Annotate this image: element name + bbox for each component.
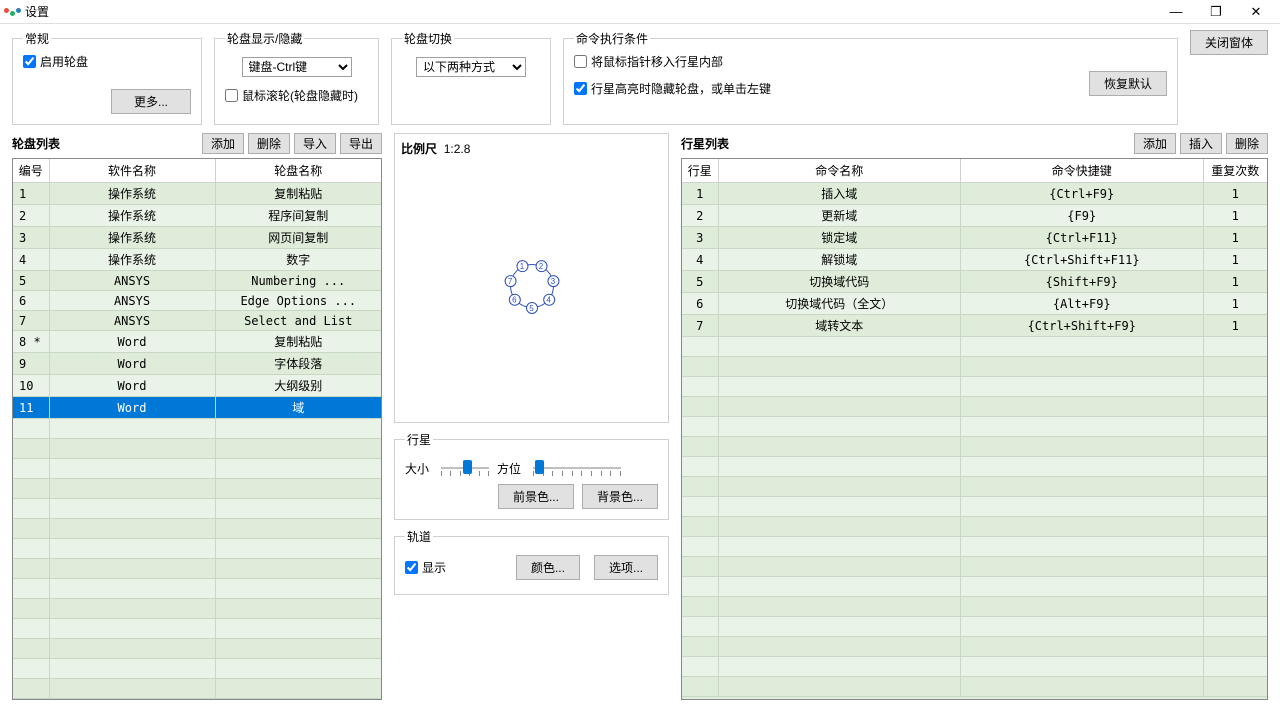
table-row[interactable]: 11Word域 xyxy=(13,397,381,419)
planet-insert-button[interactable]: 插入 xyxy=(1180,133,1222,154)
showhide-group: 轮盘显示/隐藏 键盘-Ctrl键 鼠标滚轮(轮盘隐藏时) xyxy=(214,30,379,125)
condition-legend: 命令执行条件 xyxy=(574,30,650,47)
wheel-export-button[interactable]: 导出 xyxy=(340,133,382,154)
cond-opt1-input[interactable] xyxy=(574,55,587,68)
table-row[interactable]: 8 *Word复制粘贴 xyxy=(13,331,381,353)
planet-legend: 行星 xyxy=(405,431,433,448)
table-row[interactable]: 4操作系统数字 xyxy=(13,249,381,271)
orbit-group: 轨道 显示 颜色... 选项... xyxy=(394,528,669,595)
switch-group: 轮盘切换 以下两种方式 xyxy=(391,30,551,125)
preview-planet: 3 xyxy=(547,275,559,287)
col-num[interactable]: 编号 xyxy=(13,159,49,183)
background-color-button[interactable]: 背景色... xyxy=(582,484,658,509)
col-repeat[interactable]: 重复次数 xyxy=(1203,159,1267,183)
table-row[interactable]: 5切换域代码{Shift+F9}1 xyxy=(682,271,1267,293)
cond-opt1-checkbox[interactable]: 将鼠标指针移入行星内部 xyxy=(574,53,1073,70)
table-row[interactable]: 2更新域{F9}1 xyxy=(682,205,1267,227)
table-row[interactable]: 7ANSYSSelect and List xyxy=(13,311,381,331)
orbit-options-button[interactable]: 选项... xyxy=(594,555,658,580)
restore-default-button[interactable]: 恢复默认 xyxy=(1089,71,1167,96)
planet-add-button[interactable]: 添加 xyxy=(1134,133,1176,154)
switch-legend: 轮盘切换 xyxy=(402,30,454,47)
close-button[interactable]: ✕ xyxy=(1236,1,1276,23)
cond-opt2-checkbox[interactable]: 行星高亮时隐藏轮盘，或单击左键 xyxy=(574,80,771,97)
preview-planet: 1 xyxy=(516,260,528,272)
wheel-import-button[interactable]: 导入 xyxy=(294,133,336,154)
close-window-button[interactable]: 关闭窗体 xyxy=(1190,30,1268,55)
size-label: 大小 xyxy=(405,460,433,477)
wheel-delete-button[interactable]: 删除 xyxy=(248,133,290,154)
col-software[interactable]: 软件名称 xyxy=(49,159,215,183)
table-row[interactable]: 5ANSYSNumbering ... xyxy=(13,271,381,291)
table-row[interactable]: 1操作系统复制粘贴 xyxy=(13,183,381,205)
col-cmd[interactable]: 命令名称 xyxy=(718,159,961,183)
more-button[interactable]: 更多... xyxy=(111,89,191,114)
planet-table[interactable]: 行星 命令名称 命令快捷键 重复次数 1插入域{Ctrl+F9}12更新域{F9… xyxy=(681,158,1268,700)
table-row[interactable]: 10Word大纲级别 xyxy=(13,375,381,397)
preview-planet: 7 xyxy=(504,275,516,287)
table-row[interactable]: 6ANSYSEdge Options ... xyxy=(13,291,381,311)
table-row[interactable]: 4解锁域{Ctrl+Shift+F11}1 xyxy=(682,249,1267,271)
wheel-table[interactable]: 编号 软件名称 轮盘名称 1操作系统复制粘贴2操作系统程序间复制3操作系统网页间… xyxy=(12,158,382,700)
orbit-show-input[interactable] xyxy=(405,561,418,574)
orbit-show-checkbox[interactable]: 显示 xyxy=(405,559,446,576)
general-legend: 常规 xyxy=(23,30,51,47)
table-row[interactable]: 1插入域{Ctrl+F9}1 xyxy=(682,183,1267,205)
foreground-color-button[interactable]: 前景色... xyxy=(498,484,574,509)
table-row[interactable]: 6切换域代码（全文）{Alt+F9}1 xyxy=(682,293,1267,315)
preview-planet: 5 xyxy=(526,302,538,314)
orbit-color-button[interactable]: 颜色... xyxy=(516,555,580,580)
planet-group: 行星 大小 方位 前景色... xyxy=(394,431,669,520)
mouse-wheel-input[interactable] xyxy=(225,89,238,102)
size-slider[interactable] xyxy=(441,458,489,478)
orient-label: 方位 xyxy=(497,460,525,477)
orient-slider[interactable] xyxy=(533,458,621,478)
showhide-legend: 轮盘显示/隐藏 xyxy=(225,30,304,47)
col-planet[interactable]: 行星 xyxy=(682,159,718,183)
col-wheel[interactable]: 轮盘名称 xyxy=(215,159,381,183)
wheel-add-button[interactable]: 添加 xyxy=(202,133,244,154)
minimize-button[interactable]: — xyxy=(1156,1,1196,23)
cond-opt2-input[interactable] xyxy=(574,82,587,95)
preview-planet: 2 xyxy=(535,260,547,272)
scale-value: 1:2.8 xyxy=(444,142,471,156)
preview-box: 比例尺 1:2.8 123 456 7 xyxy=(394,133,669,423)
preview-planet: 6 xyxy=(508,294,520,306)
enable-wheel-input[interactable] xyxy=(23,55,36,68)
app-icon xyxy=(4,8,21,16)
titlebar: 设置 — ❐ ✕ xyxy=(0,0,1280,24)
mouse-wheel-checkbox[interactable]: 鼠标滚轮(轮盘隐藏时) xyxy=(225,87,358,104)
enable-wheel-checkbox[interactable]: 启用轮盘 xyxy=(23,53,88,70)
maximize-button[interactable]: ❐ xyxy=(1196,1,1236,23)
general-group: 常规 启用轮盘 更多... xyxy=(12,30,202,125)
table-row[interactable]: 2操作系统程序间复制 xyxy=(13,205,381,227)
wheel-list-label: 轮盘列表 xyxy=(12,135,60,152)
switch-select[interactable]: 以下两种方式 xyxy=(416,57,526,77)
table-row[interactable]: 3操作系统网页间复制 xyxy=(13,227,381,249)
scale-label: 比例尺 xyxy=(401,142,437,156)
preview-canvas: 123 456 7 xyxy=(401,161,662,411)
table-row[interactable]: 9Word字体段落 xyxy=(13,353,381,375)
table-row[interactable]: 3锁定域{Ctrl+F11}1 xyxy=(682,227,1267,249)
orbit-legend: 轨道 xyxy=(405,528,433,545)
col-hotkey[interactable]: 命令快捷键 xyxy=(961,159,1204,183)
preview-planet: 4 xyxy=(543,294,555,306)
showhide-select[interactable]: 键盘-Ctrl键 xyxy=(242,57,352,77)
window-title: 设置 xyxy=(25,3,49,20)
table-row[interactable]: 7域转文本{Ctrl+Shift+F9}1 xyxy=(682,315,1267,337)
planet-delete-button[interactable]: 删除 xyxy=(1226,133,1268,154)
condition-group: 命令执行条件 将鼠标指针移入行星内部 行星高亮时隐藏轮盘，或单击左键 恢复默认 xyxy=(563,30,1178,125)
planet-list-label: 行星列表 xyxy=(681,135,729,152)
